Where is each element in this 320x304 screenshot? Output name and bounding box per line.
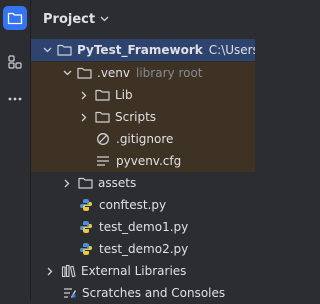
tree-item-test-demo1[interactable]: test_demo1.py [31, 216, 255, 238]
python-file-icon [78, 219, 94, 235]
folder-icon [94, 87, 110, 103]
tree-item-scripts[interactable]: Scripts [31, 106, 255, 128]
chevron-right-icon[interactable] [62, 178, 72, 188]
tree-item-label: test_demo2.py [99, 242, 189, 256]
tree-item-pyvenv-cfg[interactable]: pyvenv.cfg [31, 150, 255, 172]
chevron-down-icon [100, 16, 109, 22]
ignored-file-icon [95, 131, 111, 147]
tree-item-label: Lib [115, 88, 133, 102]
folder-icon [94, 109, 110, 125]
tree-item-lib[interactable]: Lib [31, 84, 255, 106]
library-icon [60, 263, 76, 279]
more-tools-button[interactable] [3, 87, 27, 111]
tree-item-venv[interactable]: .venv library root [31, 62, 255, 84]
tree-item-label: assets [98, 176, 137, 190]
tree-item-gitignore[interactable]: .gitignore [31, 128, 255, 150]
scratches-icon [61, 285, 77, 301]
project-panel: Project PyTest_Framework C:\Users\y .ven… [31, 0, 255, 300]
tree-item-label: .gitignore [116, 132, 174, 146]
folder-icon [77, 175, 93, 191]
folder-icon [56, 42, 72, 58]
project-tool-button[interactable] [3, 6, 27, 30]
tree-item-label: .venv [97, 66, 131, 80]
structure-tool-button[interactable] [3, 50, 27, 74]
folder-icon [76, 65, 92, 81]
chevron-down-icon[interactable] [42, 45, 52, 55]
tree-item-label: conftest.py [99, 198, 167, 212]
folder-icon [7, 12, 23, 25]
tree-item-test-demo2[interactable]: test_demo2.py [31, 238, 255, 260]
python-file-icon [78, 197, 94, 213]
python-file-icon [78, 241, 94, 257]
tree-item-label: test_demo1.py [99, 220, 189, 234]
tree-item-scratches-and-consoles[interactable]: Scratches and Consoles [31, 282, 255, 304]
tree-item-label: Scratches and Consoles [82, 286, 226, 300]
structure-icon [8, 55, 22, 69]
tree-item-label: Scripts [115, 110, 157, 124]
project-path: C:\Users\y [208, 43, 255, 57]
text-file-icon [95, 153, 111, 169]
tool-window-strip [0, 0, 31, 300]
tree-item-label: PyTest_Framework [77, 43, 203, 57]
tree-item-assets[interactable]: assets [31, 172, 255, 194]
tree-item-label: pyvenv.cfg [116, 154, 182, 168]
library-root-hint: library root [136, 66, 203, 80]
chevron-right-icon[interactable] [79, 90, 89, 100]
tree-item-project-root[interactable]: PyTest_Framework C:\Users\y [31, 39, 255, 61]
panel-title: Project [43, 11, 96, 27]
tree-item-external-libraries[interactable]: External Libraries [31, 260, 255, 282]
tree-item-conftest[interactable]: conftest.py [31, 194, 255, 216]
chevron-right-icon[interactable] [45, 266, 55, 276]
project-view-selector[interactable]: Project [43, 9, 109, 29]
more-icon [8, 97, 22, 101]
tree-item-label: External Libraries [81, 264, 187, 278]
chevron-down-icon[interactable] [62, 68, 72, 78]
chevron-right-icon[interactable] [79, 112, 89, 122]
